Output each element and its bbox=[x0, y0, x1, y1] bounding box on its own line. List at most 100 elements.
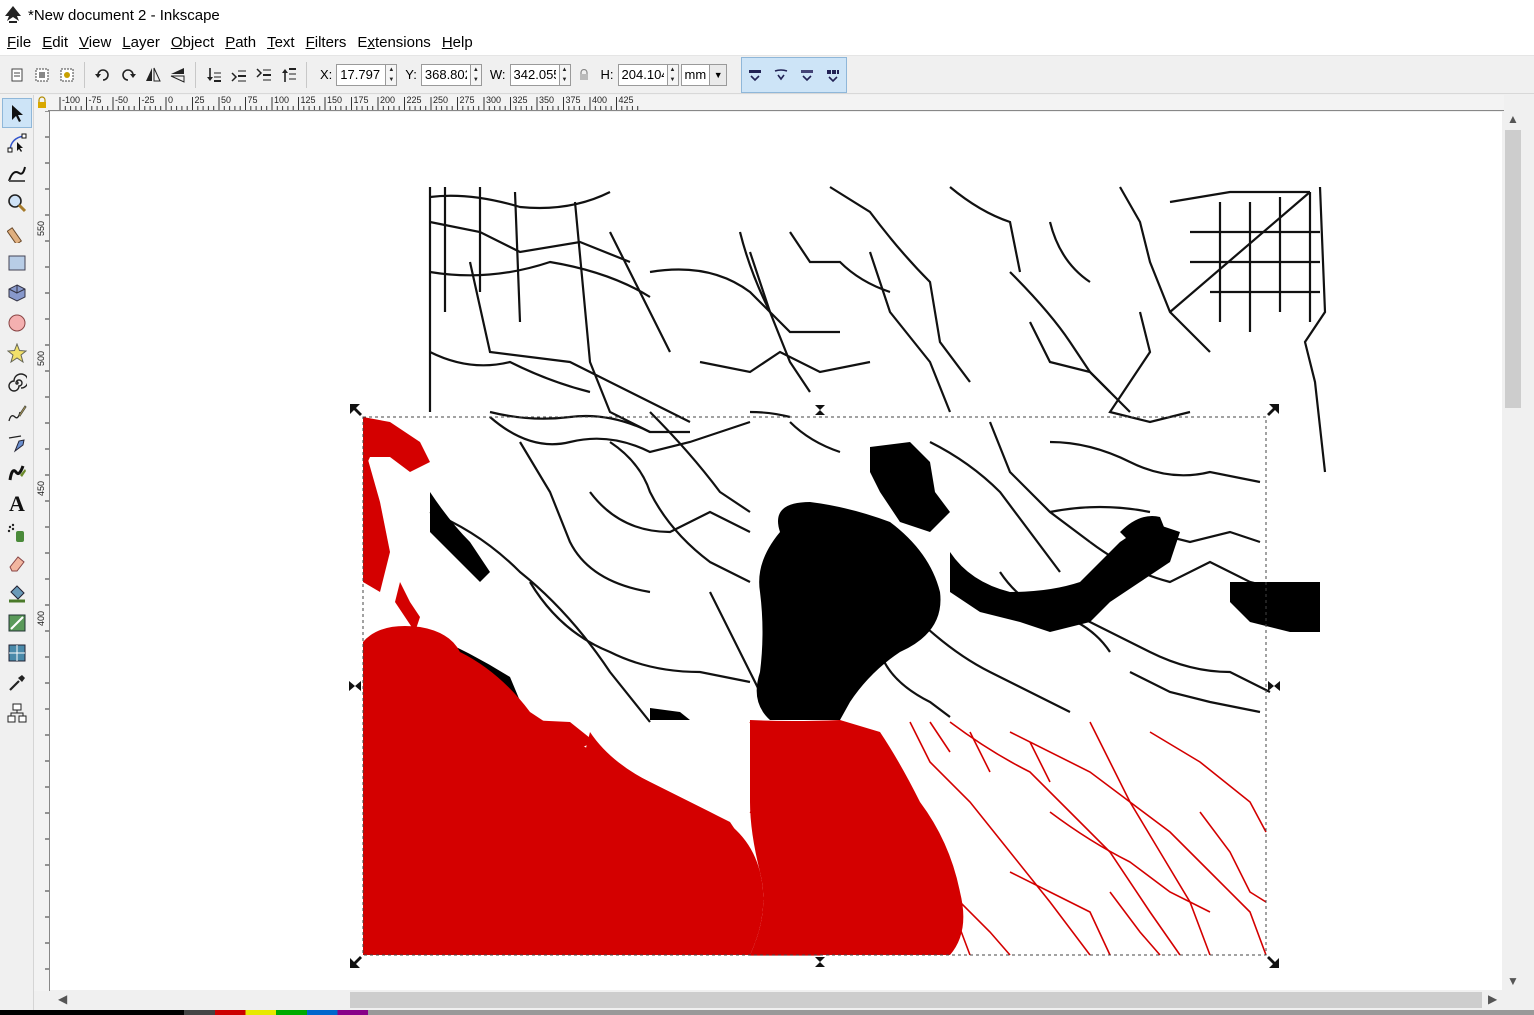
up-arrow-icon[interactable]: ▲ bbox=[560, 65, 570, 75]
scale-handle-bottom[interactable] bbox=[815, 957, 825, 967]
up-arrow-icon[interactable]: ▲ bbox=[668, 65, 678, 75]
menu-edit[interactable]: Edit bbox=[38, 30, 72, 56]
scroll-up-icon[interactable]: ▲ bbox=[1507, 112, 1519, 126]
scale-stroke-toggle[interactable] bbox=[742, 58, 768, 92]
measure-tool[interactable] bbox=[2, 218, 32, 248]
down-arrow-icon[interactable]: ▼ bbox=[668, 75, 678, 85]
star-tool[interactable] bbox=[2, 338, 32, 368]
x-spinbox: ▲▼ bbox=[336, 63, 398, 86]
flip-vertical-icon bbox=[170, 67, 184, 83]
gradient-icon bbox=[8, 614, 26, 632]
transform-patterns-toggle[interactable] bbox=[820, 58, 846, 92]
menu-extensions[interactable]: Extensions bbox=[353, 30, 434, 56]
vertical-scroll-thumb[interactable] bbox=[1505, 130, 1521, 408]
black-road-map-top bbox=[428, 186, 1327, 473]
raise-button[interactable] bbox=[251, 61, 276, 89]
menu-help[interactable]: Help bbox=[438, 30, 477, 56]
ruler-label: 175 bbox=[353, 95, 369, 105]
vertical-ruler[interactable]: 550 500 450 400 bbox=[34, 111, 50, 991]
rotate-cw-button[interactable] bbox=[115, 61, 140, 89]
select-all-icon bbox=[11, 68, 22, 81]
vertical-scrollbar[interactable]: ▲ ▼ bbox=[1502, 112, 1534, 990]
menu-file[interactable]: File bbox=[3, 30, 35, 56]
up-arrow-icon[interactable]: ▲ bbox=[386, 65, 396, 75]
scale-handle-top[interactable] bbox=[815, 405, 825, 415]
selector-tool[interactable] bbox=[2, 98, 32, 128]
dropper-icon bbox=[9, 675, 25, 691]
menu-text[interactable]: Text bbox=[263, 30, 299, 56]
scroll-right-icon[interactable]: ▶ bbox=[1488, 992, 1497, 1006]
drawing-canvas[interactable] bbox=[50, 112, 1502, 990]
mesh-tool[interactable] bbox=[2, 638, 32, 668]
text-tool[interactable]: A bbox=[2, 488, 32, 518]
eraser-tool[interactable] bbox=[2, 548, 32, 578]
up-arrow-icon[interactable]: ▲ bbox=[471, 65, 481, 75]
arrow-pointer-icon bbox=[12, 105, 23, 122]
spray-tool[interactable] bbox=[2, 518, 32, 548]
raise-to-top-button[interactable] bbox=[276, 61, 301, 89]
flip-horizontal-button[interactable] bbox=[140, 61, 165, 89]
3d-box-tool[interactable] bbox=[2, 278, 32, 308]
y-stepper[interactable]: ▲ ▼ bbox=[470, 63, 482, 86]
scale-handle-top-left[interactable] bbox=[350, 404, 362, 416]
h-spinbox: ▲▼ bbox=[617, 63, 679, 86]
node-tool[interactable] bbox=[2, 128, 32, 158]
spray-icon bbox=[7, 523, 24, 542]
scale-handle-top-right[interactable] bbox=[1267, 404, 1279, 416]
down-arrow-icon[interactable]: ▼ bbox=[560, 75, 570, 85]
scale-handle-bottom-right[interactable] bbox=[1267, 956, 1279, 968]
rotate-cw-icon bbox=[121, 68, 136, 81]
w-stepper[interactable]: ▲ ▼ bbox=[559, 63, 571, 86]
menu-object[interactable]: Object bbox=[167, 30, 218, 56]
spiral-tool[interactable] bbox=[2, 368, 32, 398]
dropper-tool[interactable] bbox=[2, 668, 32, 698]
paint-bucket-tool[interactable] bbox=[2, 578, 32, 608]
color-palette[interactable] bbox=[0, 1010, 1534, 1015]
transform-gradients-toggle[interactable] bbox=[794, 58, 820, 92]
down-arrow-icon[interactable]: ▼ bbox=[386, 75, 396, 85]
x-input[interactable] bbox=[336, 63, 387, 86]
menu-path[interactable]: Path bbox=[221, 30, 260, 56]
calligraphy-tool[interactable] bbox=[2, 458, 32, 488]
scale-handle-right[interactable] bbox=[1268, 681, 1280, 691]
lock-proportions-button[interactable] bbox=[575, 61, 593, 89]
pen-tool[interactable] bbox=[2, 428, 32, 458]
calligraphy-icon bbox=[8, 465, 26, 481]
pencil-tool[interactable] bbox=[2, 398, 32, 428]
menu-filters[interactable]: Filters bbox=[302, 30, 351, 56]
scroll-down-icon[interactable]: ▼ bbox=[1507, 974, 1519, 988]
menu-bar: File Edit View Layer Object Path Text Fi… bbox=[0, 30, 1534, 56]
connector-tool[interactable] bbox=[2, 698, 32, 728]
rotate-ccw-button[interactable] bbox=[90, 61, 115, 89]
horizontal-scroll-thumb[interactable] bbox=[350, 992, 1482, 1008]
zoom-icon bbox=[8, 194, 27, 213]
down-arrow-icon[interactable]: ▼ bbox=[471, 75, 481, 85]
lower-to-bottom-button[interactable] bbox=[201, 61, 226, 89]
menu-view[interactable]: View bbox=[75, 30, 115, 56]
ellipse-tool[interactable] bbox=[2, 308, 32, 338]
zoom-tool[interactable] bbox=[2, 188, 32, 218]
pencil-icon bbox=[8, 405, 27, 422]
lower-button[interactable] bbox=[226, 61, 251, 89]
unit-select[interactable]: mm ▼ bbox=[680, 63, 728, 86]
menu-layer[interactable]: Layer bbox=[118, 30, 164, 56]
select-all-button[interactable] bbox=[4, 61, 29, 89]
horizontal-ruler[interactable]: -100 -75 -50 -25 0 25 50 75 100 125 150 175 200 225 25… bbox=[48, 95, 1504, 111]
scroll-left-icon[interactable]: ◀ bbox=[58, 992, 67, 1006]
w-input[interactable] bbox=[509, 63, 560, 86]
scale-corners-toggle[interactable] bbox=[768, 58, 794, 92]
scale-handle-bottom-left[interactable] bbox=[350, 956, 362, 968]
rectangle-tool[interactable] bbox=[2, 248, 32, 278]
deselect-button[interactable] bbox=[54, 61, 79, 89]
gradient-tool[interactable] bbox=[2, 608, 32, 638]
x-stepper[interactable]: ▲ ▼ bbox=[386, 63, 398, 86]
horizontal-scrollbar[interactable]: ◀ ▶ bbox=[50, 990, 1502, 1010]
select-all-layers-button[interactable] bbox=[29, 61, 54, 89]
tweak-tool[interactable] bbox=[2, 158, 32, 188]
h-input[interactable] bbox=[617, 63, 668, 86]
y-input[interactable] bbox=[420, 63, 471, 86]
h-stepper[interactable]: ▲ ▼ bbox=[667, 63, 679, 86]
scale-handle-left[interactable] bbox=[349, 681, 361, 691]
chevron-down-icon[interactable]: ▼ bbox=[709, 64, 727, 85]
flip-vertical-button[interactable] bbox=[165, 61, 190, 89]
